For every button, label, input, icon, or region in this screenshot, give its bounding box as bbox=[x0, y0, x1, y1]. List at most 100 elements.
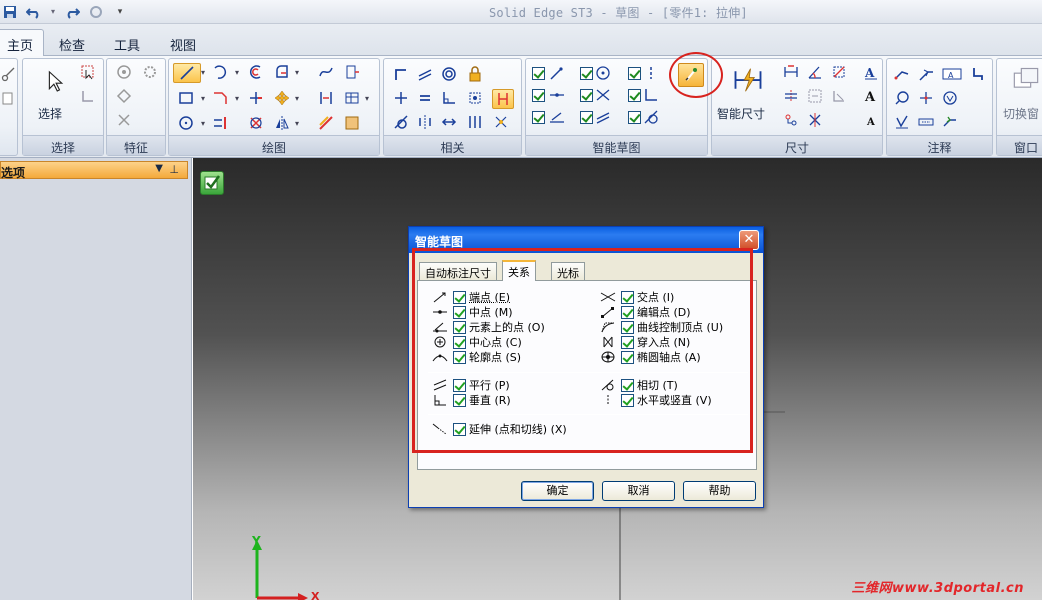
coordinate-dimension-icon[interactable] bbox=[830, 63, 848, 81]
edge-condition-icon[interactable] bbox=[917, 113, 935, 131]
rigid-set-relation-icon[interactable] bbox=[466, 89, 484, 107]
symmetric-relation-icon[interactable] bbox=[416, 113, 434, 131]
include-tool-icon[interactable] bbox=[317, 89, 335, 107]
project-tool-icon[interactable] bbox=[343, 63, 361, 81]
tab-view[interactable]: 视图 bbox=[160, 30, 206, 56]
qat-customize-icon[interactable]: ▾ bbox=[110, 2, 130, 21]
table-tool-icon[interactable] bbox=[343, 89, 361, 107]
table-dropdown-icon[interactable]: ▾ bbox=[365, 94, 369, 103]
is-perpendicular-checkbox[interactable] bbox=[628, 89, 641, 102]
select-filter-icon[interactable] bbox=[79, 87, 97, 105]
chamfer-tool-icon[interactable] bbox=[211, 89, 229, 107]
curve-tool-icon[interactable] bbox=[317, 63, 335, 81]
balloon-icon[interactable] bbox=[893, 89, 911, 107]
tab-tools[interactable]: 工具 bbox=[104, 30, 150, 56]
smart-dimension-label[interactable]: 智能尺寸 bbox=[717, 105, 765, 122]
feature-diamond-icon[interactable] bbox=[115, 87, 133, 105]
text-dimension-icon[interactable]: A bbox=[862, 63, 880, 81]
is-vertical-checkbox[interactable] bbox=[628, 67, 641, 80]
is-point-on-checkbox[interactable] bbox=[532, 111, 545, 124]
arc-dropdown-icon[interactable]: ▾ bbox=[235, 68, 239, 77]
circle-dropdown-icon[interactable]: ▾ bbox=[201, 119, 205, 128]
maintain-relations-icon[interactable] bbox=[492, 89, 514, 109]
undo-dropdown-icon[interactable]: ▾ bbox=[48, 2, 58, 21]
copy-icon[interactable] bbox=[0, 89, 17, 107]
text-small-icon[interactable]: A bbox=[862, 111, 880, 129]
trim-tool-icon[interactable] bbox=[247, 89, 265, 107]
distance-dimension-icon[interactable] bbox=[782, 63, 800, 81]
repeat-icon[interactable] bbox=[86, 2, 106, 21]
feature-control-frame-icon[interactable] bbox=[893, 113, 911, 131]
angle-dimension-icon[interactable] bbox=[806, 63, 824, 81]
switch-window-icon[interactable] bbox=[1011, 65, 1041, 93]
is-cross-checkbox[interactable] bbox=[580, 89, 593, 102]
move-tool-icon[interactable] bbox=[273, 89, 291, 107]
relation-handle-icon[interactable] bbox=[466, 113, 484, 131]
tangent-relation-icon[interactable] bbox=[392, 113, 410, 131]
text-bold-icon[interactable]: A bbox=[862, 87, 880, 105]
weld-symbol-icon[interactable] bbox=[969, 65, 987, 83]
cut-icon[interactable] bbox=[0, 65, 17, 83]
lock-relation-icon[interactable] bbox=[466, 65, 484, 83]
datum-frame-icon[interactable]: A bbox=[941, 65, 963, 83]
select-arrow-icon[interactable] bbox=[43, 69, 67, 95]
select-button-label[interactable]: 选择 bbox=[38, 105, 62, 122]
line-dropdown-icon[interactable]: ▾ bbox=[201, 68, 205, 77]
fillet-dropdown-icon[interactable]: ▾ bbox=[295, 68, 299, 77]
is-endpoint-checkbox[interactable] bbox=[532, 67, 545, 80]
convert-tool-icon[interactable] bbox=[317, 114, 335, 132]
switch-window-label[interactable]: 切换窗 bbox=[1003, 105, 1039, 122]
dimension-style-icon[interactable] bbox=[806, 111, 824, 129]
is-tangent-checkbox[interactable] bbox=[628, 111, 641, 124]
ok-button[interactable]: 确定 bbox=[521, 481, 594, 501]
tab-home[interactable]: 主页 bbox=[0, 29, 45, 57]
tab-inspect[interactable]: 检查 bbox=[49, 30, 95, 56]
connector-icon[interactable] bbox=[941, 113, 959, 131]
is-intersection-checkbox[interactable] bbox=[580, 67, 593, 80]
is-midpoint-checkbox[interactable] bbox=[532, 89, 545, 102]
connect-relation-icon[interactable] bbox=[392, 65, 410, 83]
extend-tool-icon[interactable] bbox=[211, 114, 229, 132]
move-dropdown-icon[interactable]: ▾ bbox=[295, 94, 299, 103]
symmetric-dimension-icon[interactable] bbox=[782, 87, 800, 105]
horizontal-vertical-relation-icon[interactable] bbox=[392, 89, 410, 107]
perpendicular-relation-icon[interactable] bbox=[440, 89, 458, 107]
callout-icon[interactable] bbox=[893, 65, 911, 83]
surface-texture-icon[interactable] bbox=[941, 89, 959, 107]
select-tool-icon[interactable] bbox=[79, 63, 97, 81]
collinear-relation-icon[interactable] bbox=[440, 113, 458, 131]
circle-tool-icon[interactable] bbox=[177, 114, 195, 132]
mirror-dropdown-icon[interactable]: ▾ bbox=[295, 119, 299, 128]
line-tool-icon[interactable] bbox=[173, 63, 201, 83]
angular-coordinate-icon[interactable] bbox=[806, 87, 824, 105]
center-mark-icon[interactable] bbox=[917, 89, 935, 107]
fill-tool-icon[interactable] bbox=[343, 114, 361, 132]
redo-icon[interactable] bbox=[62, 2, 82, 21]
is-parallel-checkbox[interactable] bbox=[580, 111, 593, 124]
tab-relations[interactable]: 关系 bbox=[502, 260, 536, 281]
dimension-axis-icon[interactable] bbox=[782, 111, 800, 129]
rectangle-dropdown-icon[interactable]: ▾ bbox=[201, 94, 205, 103]
save-icon[interactable] bbox=[0, 2, 20, 21]
relation-assistant-icon[interactable] bbox=[492, 113, 510, 131]
offset-tool-icon[interactable] bbox=[247, 63, 265, 81]
rectangle-tool-icon[interactable] bbox=[177, 89, 195, 107]
feature-pattern-icon[interactable] bbox=[115, 111, 133, 129]
concentric-relation-icon[interactable] bbox=[440, 65, 458, 83]
undo-icon[interactable] bbox=[24, 2, 44, 21]
panel-menu-icon[interactable]: ▼ bbox=[155, 163, 163, 174]
feature-sketch-icon[interactable] bbox=[115, 63, 133, 81]
feature-gear-icon[interactable] bbox=[141, 63, 159, 81]
help-button[interactable]: 帮助 bbox=[683, 481, 756, 501]
parallel-relation-icon[interactable] bbox=[416, 65, 434, 83]
chamfer-dropdown-icon[interactable]: ▾ bbox=[235, 94, 239, 103]
split-tool-icon[interactable] bbox=[247, 114, 265, 132]
chamfer-dimension-icon[interactable] bbox=[830, 87, 848, 105]
leader-icon[interactable] bbox=[917, 65, 935, 83]
smart-dimension-icon[interactable] bbox=[732, 65, 764, 95]
cancel-button[interactable]: 取消 bbox=[602, 481, 675, 501]
close-icon[interactable]: ✕ bbox=[739, 230, 759, 250]
fillet-tool-icon[interactable] bbox=[273, 63, 291, 81]
mirror-tool-icon[interactable] bbox=[273, 114, 291, 132]
equal-relation-icon[interactable] bbox=[416, 89, 434, 107]
